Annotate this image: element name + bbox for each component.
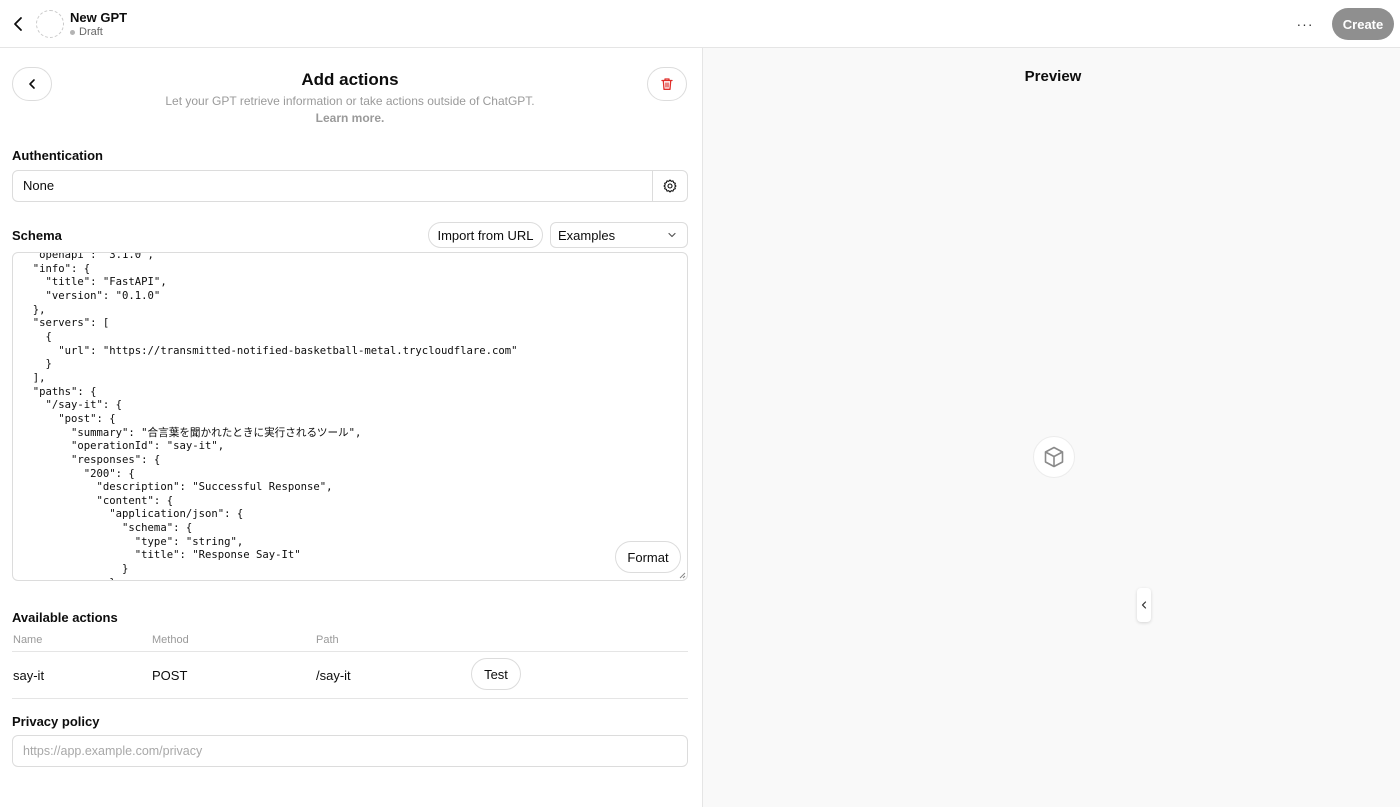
authentication-label: Authentication — [12, 148, 103, 163]
authentication-value[interactable]: None — [13, 171, 652, 201]
create-button[interactable]: Create — [1332, 8, 1394, 40]
table-divider — [12, 651, 688, 652]
more-options-button[interactable]: ··· — [1292, 12, 1318, 36]
examples-select-value: Examples — [558, 227, 616, 243]
action-path: /say-it — [316, 668, 351, 683]
trash-icon — [661, 78, 673, 90]
chevron-left-icon — [14, 17, 22, 31]
column-header-path: Path — [316, 634, 339, 646]
schema-label: Schema — [12, 228, 62, 243]
action-method: POST — [152, 668, 188, 683]
top-bar: New GPT Draft ··· Create — [0, 0, 1400, 48]
page-subtitle: Let your GPT retrieve information or tak… — [165, 94, 535, 108]
available-actions-label: Available actions — [12, 610, 118, 625]
table-divider — [12, 698, 688, 699]
privacy-policy-label: Privacy policy — [12, 714, 100, 729]
format-button[interactable]: Format — [615, 541, 681, 573]
page-title: Add actions — [301, 70, 399, 89]
privacy-policy-input[interactable] — [12, 735, 688, 767]
schema-code[interactable]: "openapi": "3.1.0", "info": { "title": "… — [20, 253, 518, 580]
examples-select[interactable]: Examples — [550, 222, 688, 248]
authentication-settings-button[interactable] — [652, 171, 687, 201]
resize-handle-icon[interactable] — [678, 571, 686, 579]
import-from-url-button[interactable]: Import from URL — [428, 222, 543, 248]
test-action-button[interactable]: Test — [471, 658, 521, 690]
preview-placeholder — [1033, 436, 1075, 478]
cube-icon — [1044, 446, 1064, 468]
gpt-name: New GPT — [70, 10, 128, 25]
back-button[interactable] — [6, 12, 30, 36]
schema-editor[interactable]: "openapi": "3.1.0", "info": { "title": "… — [12, 252, 688, 581]
configure-panel: Add actions Let your GPT retrieve inform… — [0, 48, 702, 807]
preview-title: Preview — [1024, 68, 1082, 85]
learn-more-link[interactable]: Learn more. — [0, 111, 700, 125]
gpt-avatar[interactable] — [36, 10, 64, 38]
gpt-status-label: Draft — [79, 26, 103, 38]
chevron-down-icon — [668, 232, 676, 238]
delete-action-button[interactable] — [647, 67, 687, 101]
column-header-method: Method — [152, 634, 189, 646]
preview-panel: Preview — [703, 48, 1400, 807]
authentication-field: None — [12, 170, 688, 202]
column-header-name: Name — [13, 634, 43, 646]
status-dot-icon — [70, 29, 75, 35]
action-name: say-it — [13, 668, 45, 683]
collapse-panel-handle[interactable] — [1137, 588, 1151, 622]
chevron-left-icon — [1141, 601, 1147, 609]
gear-icon — [663, 179, 677, 193]
gpt-status: Draft — [70, 26, 103, 38]
